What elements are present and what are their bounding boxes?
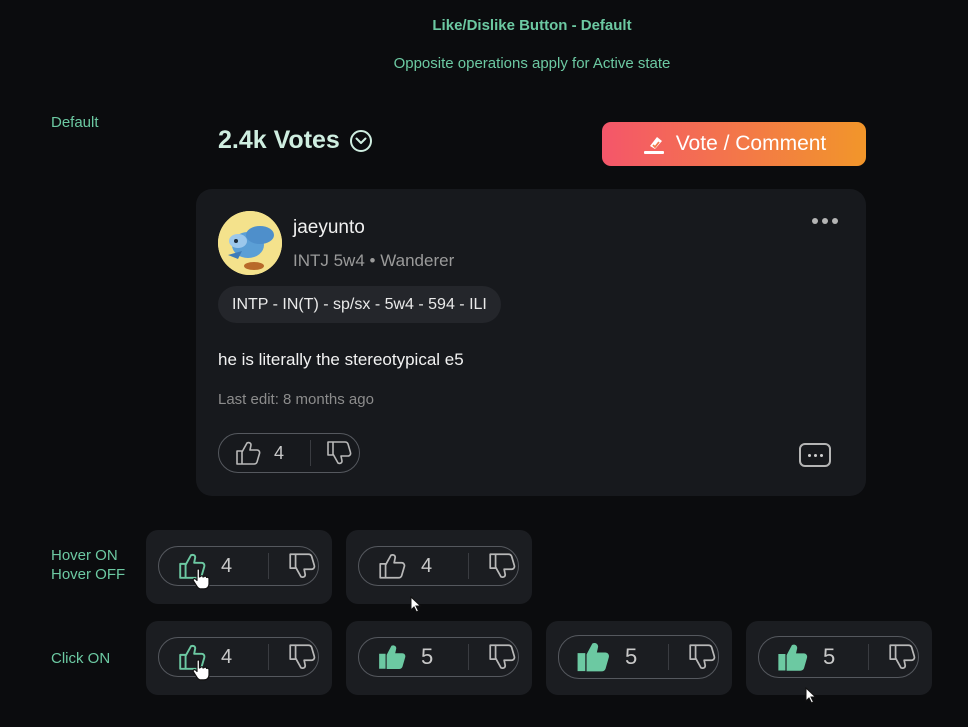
thumb-up-icon <box>377 551 407 581</box>
hand-pointer-icon <box>192 659 210 681</box>
arrow-pointer-icon <box>805 687 817 704</box>
votes-summary[interactable]: 2.4k Votes <box>218 126 372 155</box>
thumb-down-icon <box>487 551 517 581</box>
like-button[interactable]: 4 <box>219 434 310 472</box>
arrow-pointer-icon <box>410 596 422 613</box>
dislike-button[interactable] <box>311 434 353 472</box>
ballot-icon <box>642 132 666 156</box>
like-count: 4 <box>274 442 285 463</box>
dislike-button[interactable] <box>269 547 317 585</box>
like-button[interactable]: 4 <box>159 547 268 590</box>
like-count: 4 <box>221 645 233 668</box>
type-tag: INTP - IN(T) - sp/sx - 5w4 - 594 - ILI <box>218 286 501 323</box>
dislike-button[interactable] <box>269 638 317 676</box>
hand-pointer-icon <box>192 568 210 590</box>
like-count: 4 <box>221 554 233 577</box>
chevron-down-icon[interactable] <box>349 129 372 152</box>
page-title: Like/Dislike Button - Default <box>432 17 632 34</box>
like-button[interactable]: 5 <box>359 638 468 676</box>
like-button[interactable]: 5 <box>759 637 868 677</box>
thumb-down-icon <box>325 439 353 467</box>
vote-comment-label: Vote / Comment <box>675 132 827 155</box>
vote-comment-button[interactable]: Vote / Comment <box>602 122 866 166</box>
like-dislike-hover-on: 4 <box>158 546 319 590</box>
comment-icon[interactable] <box>799 443 831 467</box>
label-default: Default <box>51 114 99 131</box>
thumb-down-icon <box>287 642 317 672</box>
like-button[interactable]: 4 <box>159 638 268 681</box>
like-dislike-hover-off: 4 <box>358 546 519 586</box>
like-button[interactable]: 5 <box>559 636 668 678</box>
page-subtitle: Opposite operations apply for Active sta… <box>393 55 671 72</box>
thumb-up-filled-icon <box>776 641 809 674</box>
like-count: 5 <box>421 644 434 669</box>
like-count: 5 <box>625 644 638 669</box>
thumb-up-filled-icon <box>575 639 611 675</box>
user-meta: INTJ 5w4 • Wanderer <box>293 251 454 271</box>
thumb-down-icon <box>887 642 917 672</box>
like-dislike-click-1: 4 <box>158 637 319 681</box>
thumb-up-filled-icon <box>377 642 407 672</box>
like-dislike-control: 4 <box>218 433 360 473</box>
comment-text: he is literally the stereotypical e5 <box>218 350 464 369</box>
label-click-on: Click ON <box>51 650 111 667</box>
votes-count: 2.4k Votes <box>218 126 340 154</box>
thumb-down-icon <box>287 551 317 581</box>
like-count: 4 <box>421 554 433 577</box>
user-title: Wanderer <box>380 251 455 270</box>
dislike-button[interactable] <box>469 638 517 676</box>
more-icon[interactable] <box>812 218 838 224</box>
like-dislike-click-4: 5 <box>758 636 919 678</box>
label-hover-on: Hover ON <box>51 547 118 564</box>
avatar[interactable] <box>218 211 282 275</box>
dislike-button[interactable] <box>669 636 717 678</box>
thumb-down-icon <box>687 642 717 672</box>
like-count: 5 <box>823 644 836 669</box>
user-type: INTJ 5w4 <box>293 251 365 270</box>
last-edit: Last edit: 8 months ago <box>218 391 374 408</box>
dislike-button[interactable] <box>869 637 917 677</box>
label-hover-off: Hover OFF <box>51 566 126 583</box>
like-button[interactable]: 4 <box>359 547 468 585</box>
like-dislike-click-2: 5 <box>358 637 519 677</box>
dislike-button[interactable] <box>469 547 517 585</box>
username[interactable]: jaeyunto <box>293 217 365 239</box>
thumb-up-icon <box>234 439 262 467</box>
like-dislike-click-3: 5 <box>558 635 719 679</box>
thumb-down-icon <box>487 642 517 672</box>
meta-separator: • <box>369 251 376 270</box>
